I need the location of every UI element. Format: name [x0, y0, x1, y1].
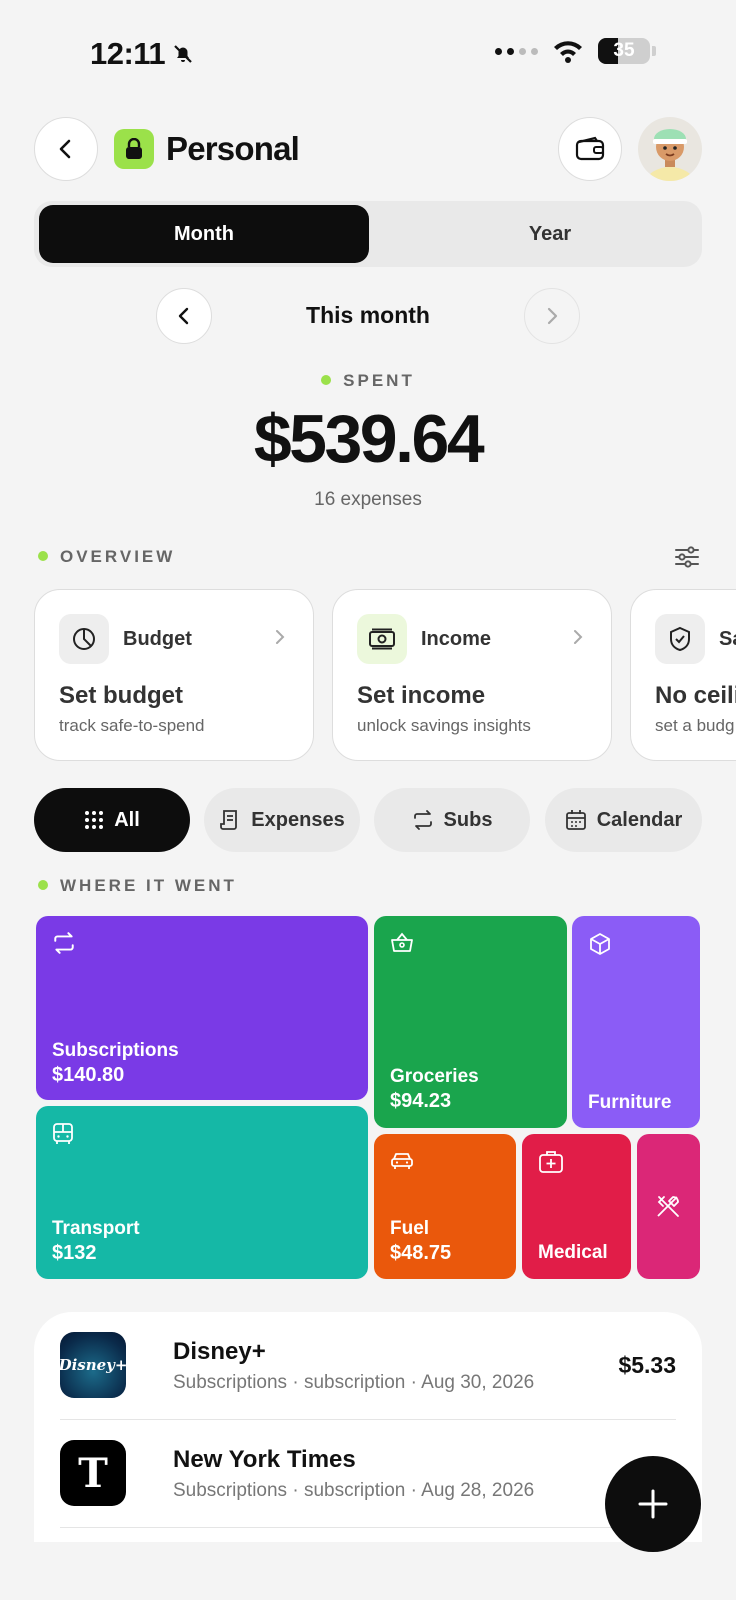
- nyt-logo: T: [60, 1440, 126, 1506]
- calendar-icon: [565, 810, 586, 830]
- spent-label: SPENT: [0, 371, 736, 391]
- chevron-right-icon: [574, 630, 583, 644]
- expense-count: 16 expenses: [314, 489, 422, 510]
- page-header: Personal: [114, 129, 300, 169]
- repeat-icon: [413, 810, 432, 830]
- sliders-icon[interactable]: [674, 545, 700, 574]
- lock-icon: [114, 129, 154, 169]
- basket-icon: [391, 932, 413, 952]
- disney-plus-logo: Disney+: [59, 1332, 127, 1398]
- repeat-icon: [54, 932, 74, 954]
- receipt-icon: [220, 810, 238, 830]
- filter-subs[interactable]: Subs: [374, 788, 530, 852]
- divider: [60, 1526, 676, 1528]
- filter-expenses[interactable]: Expenses: [204, 788, 360, 852]
- overview-label: OVERVIEW: [38, 547, 175, 567]
- plus-icon: [638, 1489, 668, 1519]
- filter-all[interactable]: All: [34, 788, 190, 852]
- medical-kit-icon: [539, 1151, 563, 1173]
- spent-amount: $539.64: [253, 401, 485, 477]
- back-button[interactable]: [34, 117, 98, 181]
- transaction-row[interactable]: Disney+ Disney+ Subscriptions · subscrip…: [59, 1312, 676, 1420]
- utensils-icon: [657, 1196, 679, 1217]
- next-period-button[interactable]: [524, 288, 580, 344]
- signal-icon: [495, 47, 538, 55]
- category-tile-medical[interactable]: Medical: [522, 1134, 631, 1279]
- banknote-icon: [357, 614, 407, 664]
- status-time: 12:11: [90, 36, 195, 72]
- status-bar: 12:11 35: [0, 0, 736, 90]
- ceiling-card[interactable]: Sa No ceili set a budg: [630, 589, 736, 761]
- status-dot: [321, 374, 332, 385]
- where-it-went-label: WHERE IT WENT: [38, 876, 237, 896]
- wallet-button[interactable]: [558, 117, 622, 181]
- pie-chart-icon: [59, 614, 109, 664]
- wallet-icon: [575, 136, 605, 161]
- income-card[interactable]: Income Set income unlock savings insight…: [332, 589, 612, 761]
- category-tile-fuel[interactable]: Fuel $48.75: [374, 1134, 516, 1279]
- category-tile-dining[interactable]: [637, 1134, 700, 1279]
- period-label: This month: [306, 302, 430, 328]
- chevron-right-icon: [276, 630, 285, 644]
- bell-muted-icon: [174, 45, 192, 63]
- avatar[interactable]: [638, 117, 702, 181]
- category-tile-transport[interactable]: Transport $132: [36, 1106, 368, 1279]
- category-tile-groceries[interactable]: Groceries $94.23: [374, 916, 567, 1128]
- overview-cards: Budget Set budget track safe-to-spend In…: [34, 589, 736, 761]
- budget-card[interactable]: Budget Set budget track safe-to-spend: [34, 589, 314, 761]
- filter-calendar[interactable]: Calendar: [545, 788, 702, 852]
- add-expense-button[interactable]: [605, 1456, 701, 1552]
- page-title: Personal: [166, 130, 300, 167]
- year-tab[interactable]: Year: [402, 205, 698, 263]
- grid-icon: [85, 811, 104, 829]
- wifi-icon: [554, 41, 582, 63]
- chevron-right-icon: [547, 307, 558, 325]
- period-toggle: Month Year: [34, 201, 702, 267]
- category-tile-furniture[interactable]: Furniture: [572, 916, 700, 1128]
- car-icon: [391, 1153, 413, 1169]
- month-tab[interactable]: Month: [39, 205, 369, 263]
- category-tile-subscriptions[interactable]: Subscriptions $140.80: [36, 916, 368, 1100]
- box-icon: [590, 933, 610, 955]
- chevron-left-icon: [59, 139, 71, 159]
- battery-icon: 35: [598, 38, 650, 64]
- transaction-row[interactable]: T New York Times Subscriptions · subscri…: [60, 1420, 676, 1528]
- bus-icon: [53, 1123, 73, 1144]
- shield-check-icon: [655, 614, 705, 664]
